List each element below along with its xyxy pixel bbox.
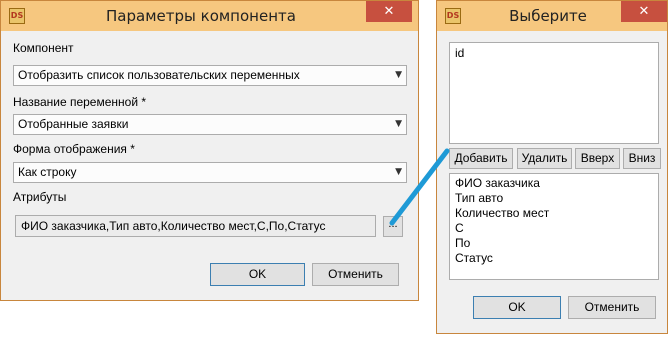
app-icon: DS [9,8,25,24]
list-item[interactable]: Количество мест [455,206,549,220]
component-select-value: Отобразить список пользовательских перем… [18,68,300,82]
list-item[interactable]: ФИО заказчика [455,176,540,190]
title-bar[interactable]: DS Параметры компонента ✕ [1,1,418,31]
cancel-button[interactable]: Отменить [568,296,656,319]
list-item[interactable]: Статус [455,251,493,265]
available-attributes-list[interactable]: id [449,42,659,144]
close-icon[interactable]: ✕ [366,1,412,22]
selected-attributes-list[interactable]: ФИО заказчика Тип авто Количество мест С… [449,173,659,280]
dialog-title: Выберите атрибуты [509,7,587,55]
app-icon: DS [445,8,461,24]
attributes-field[interactable]: ФИО заказчика,Тип авто,Количество мест,С… [15,215,376,237]
chevron-down-icon: ▼ [395,119,402,129]
dialog-content: Компонент Отобразить список пользователь… [8,32,411,293]
variable-name-select-value: Отобранные заявки [18,117,129,131]
move-down-button[interactable]: Вниз [623,148,661,169]
dialog-title: Параметры компонента [106,7,296,25]
attributes-label: Атрибуты [13,190,67,204]
ok-button[interactable]: OK [473,296,561,319]
chevron-down-icon: ▼ [395,70,402,80]
attributes-field-value: ФИО заказчика,Тип авто,Количество мест,С… [21,219,326,233]
display-form-label: Форма отображения * [13,142,135,156]
chevron-down-icon: ▼ [395,167,402,177]
list-item[interactable]: По [455,236,470,250]
component-select[interactable]: Отобразить список пользовательских перем… [13,65,407,86]
dialog-content: id Добавить Удалить Вверх Вниз ФИО заказ… [444,32,661,326]
browse-attributes-button[interactable]: ... [383,216,403,237]
close-icon[interactable]: ✕ [621,1,667,22]
variable-name-select[interactable]: Отобранные заявки ▼ [13,114,407,135]
component-parameters-dialog: DS Параметры компонента ✕ Компонент Отоб… [0,0,419,301]
list-item[interactable]: id [455,46,464,60]
display-form-select[interactable]: Как строку ▼ [13,162,407,183]
remove-button[interactable]: Удалить [517,148,572,169]
cancel-button[interactable]: Отменить [312,263,399,286]
list-item[interactable]: С [455,221,464,235]
add-button[interactable]: Добавить [449,148,513,169]
select-attributes-dialog: DS Выберите атрибуты ✕ id Добавить Удали… [436,0,668,334]
move-up-button[interactable]: Вверх [575,148,620,169]
variable-name-label: Название переменной * [13,95,147,109]
display-form-select-value: Как строку [18,165,77,179]
ok-button[interactable]: OK [210,263,305,286]
list-item[interactable]: Тип авто [455,191,503,205]
component-label: Компонент [13,41,74,55]
title-bar[interactable]: DS Выберите атрибуты ✕ [437,1,667,55]
